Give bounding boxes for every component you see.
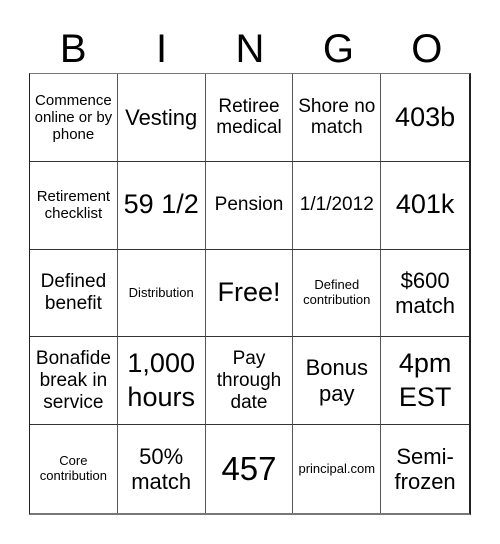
bingo-cell[interactable]: 457: [206, 425, 294, 513]
bingo-cell[interactable]: 1/1/2012: [293, 161, 382, 250]
header-letter-o: O: [411, 27, 443, 71]
bingo-cell[interactable]: 59 1/2: [117, 161, 206, 250]
bingo-cell[interactable]: 401k: [381, 162, 469, 250]
bingo-cell[interactable]: Commence online or by phone: [30, 74, 118, 162]
bingo-cell[interactable]: principal.com: [293, 425, 382, 513]
bingo-cell[interactable]: $600 match: [381, 250, 469, 338]
free-space-cell[interactable]: Free!: [205, 249, 294, 338]
bingo-cell[interactable]: 403b: [381, 74, 469, 162]
bingo-cell[interactable]: Semi-frozen: [381, 425, 469, 513]
header-letter-g: G: [322, 27, 354, 71]
bingo-cell[interactable]: Vesting: [117, 74, 206, 162]
bingo-cell[interactable]: Defined contribution: [293, 249, 382, 338]
bingo-cell[interactable]: Bonus pay: [293, 337, 382, 426]
bingo-card-grid: Commence online or by phone Vesting Reti…: [29, 73, 471, 515]
bingo-cell[interactable]: Distribution: [117, 249, 206, 338]
header-letter-b: B: [59, 27, 87, 71]
bingo-header: B I N G O: [29, 26, 471, 72]
bingo-cell[interactable]: 1,000 hours: [117, 337, 206, 426]
bingo-cell[interactable]: Core contribution: [30, 425, 118, 513]
bingo-cell[interactable]: Retirement checklist: [30, 161, 118, 250]
bingo-cell[interactable]: Defined benefit: [30, 249, 118, 338]
bingo-cell[interactable]: Bonafide break in service: [30, 337, 118, 426]
bingo-cell[interactable]: Pay through date: [205, 337, 294, 426]
bingo-cell[interactable]: Pension: [205, 161, 294, 250]
bingo-cell[interactable]: Retiree medical: [205, 74, 294, 162]
header-letter-i: I: [156, 27, 168, 71]
header-letter-n: N: [235, 27, 265, 71]
bingo-cell[interactable]: Shore no match: [293, 74, 382, 162]
bingo-cell[interactable]: 4pm EST: [381, 337, 469, 426]
bingo-cell[interactable]: 50% match: [118, 425, 206, 513]
